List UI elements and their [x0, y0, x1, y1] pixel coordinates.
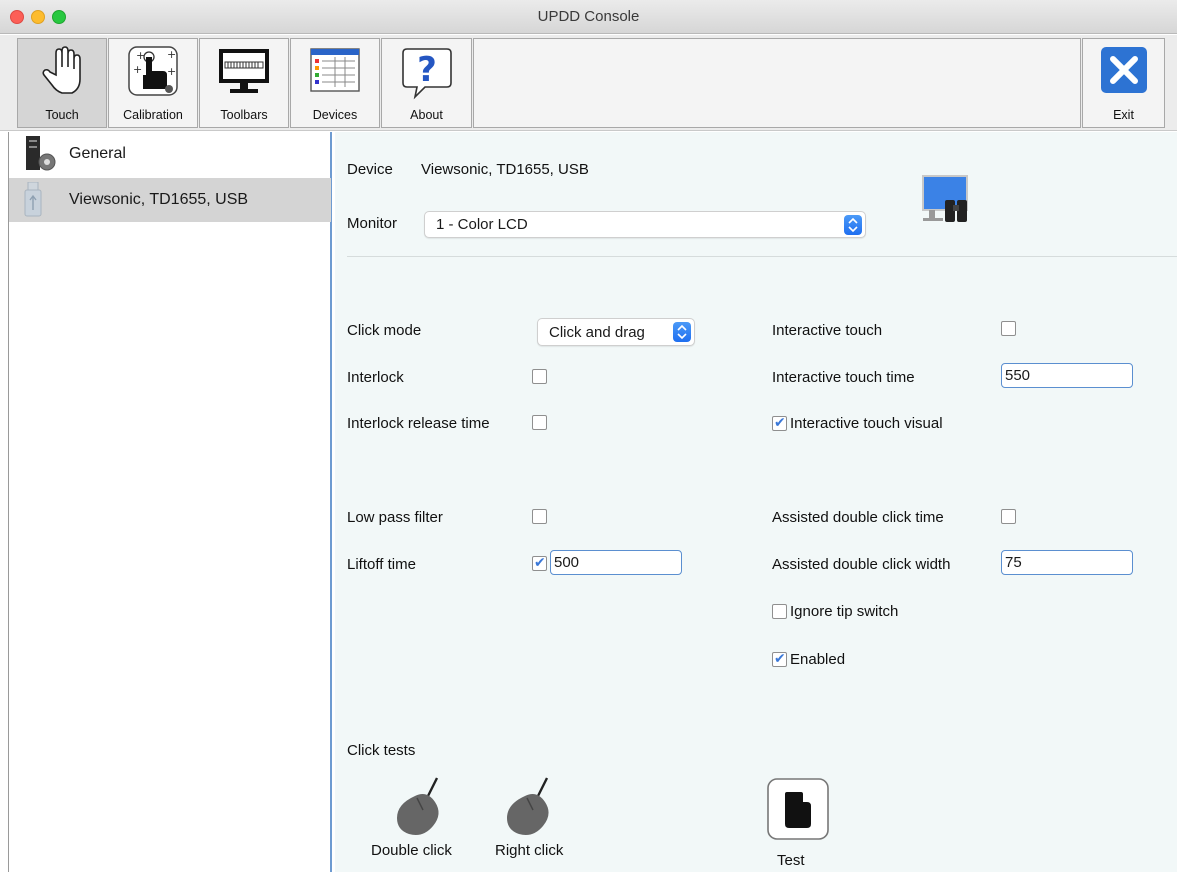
- interlock-release-time-checkbox[interactable]: [532, 415, 547, 430]
- interlock-label: Interlock: [347, 369, 404, 386]
- exit-button[interactable]: Exit: [1082, 38, 1165, 128]
- liftoff-time-input[interactable]: 500: [550, 550, 682, 575]
- window-title: UPDD Console: [537, 8, 640, 25]
- mouse-icon: [503, 776, 555, 845]
- general-settings-icon: [23, 136, 57, 177]
- calibration-tab-button[interactable]: + + + + Calibration: [108, 38, 198, 128]
- exit-x-icon: [1099, 45, 1149, 100]
- touch-tab-label: Touch: [45, 108, 79, 122]
- toolbars-tab-button[interactable]: Toolbars: [199, 38, 289, 128]
- interactive-touch-visual-label: Interactive touch visual: [790, 415, 943, 432]
- right-click-label: Right click: [495, 842, 564, 859]
- exit-label: Exit: [1113, 108, 1134, 122]
- device-list-icon: [307, 45, 363, 102]
- device-sidebar: General Viewsonic, TD1655, USB: [8, 132, 332, 872]
- liftoff-time-label: Liftoff time: [347, 556, 416, 573]
- hand-touch-icon: [36, 45, 88, 102]
- assisted-double-click-time-label: Assisted double click time: [772, 509, 944, 526]
- about-tab-label: About: [410, 108, 443, 122]
- assisted-double-click-time-checkbox[interactable]: [1001, 509, 1016, 524]
- identify-monitor-icon[interactable]: [919, 172, 979, 233]
- select-arrows-icon: [673, 322, 691, 342]
- device-label: Device: [347, 161, 393, 178]
- assisted-double-click-width-value: 75: [1005, 554, 1022, 571]
- interactive-touch-checkbox[interactable]: [1001, 321, 1016, 336]
- click-tests-heading: Click tests: [347, 742, 416, 759]
- right-click-test-button[interactable]: Right click: [493, 772, 583, 862]
- low-pass-filter-label: Low pass filter: [347, 509, 443, 526]
- monitor-select[interactable]: 1 - Color LCD: [424, 211, 866, 238]
- about-tab-button[interactable]: ? About: [381, 38, 472, 128]
- liftoff-time-value: 500: [554, 554, 580, 571]
- settings-panel: Device Viewsonic, TD1655, USB Monitor 1 …: [335, 132, 1177, 872]
- enabled-checkbox[interactable]: [772, 650, 787, 667]
- liftoff-time-checkbox[interactable]: [532, 554, 547, 571]
- test-button[interactable]: Test: [767, 778, 829, 872]
- touch-test-icon: [767, 778, 829, 845]
- assisted-double-click-width-label: Assisted double click width: [772, 556, 951, 573]
- svg-text:?: ?: [417, 50, 437, 90]
- calibration-tab-label: Calibration: [123, 108, 183, 122]
- interactive-touch-label: Interactive touch: [772, 322, 883, 339]
- devices-tab-button[interactable]: Devices: [290, 38, 380, 128]
- monitor-toolbar-icon: [216, 45, 272, 102]
- interactive-touch-time-label: Interactive touch time: [772, 369, 915, 386]
- interlock-checkbox[interactable]: [532, 369, 547, 384]
- ignore-tip-switch-checkbox[interactable]: [772, 604, 787, 619]
- sidebar-item-viewsonic[interactable]: Viewsonic, TD1655, USB: [9, 178, 331, 222]
- select-arrows-icon: [844, 215, 862, 235]
- toolbar-spacer: [473, 38, 1081, 128]
- enabled-label: Enabled: [790, 651, 846, 668]
- interactive-touch-time-value: 550: [1005, 367, 1031, 384]
- double-click-test-button[interactable]: Double click: [371, 772, 469, 862]
- svg-text:+: +: [133, 63, 142, 76]
- section-divider: [347, 256, 1177, 257]
- title-bar: UPDD Console: [0, 0, 1177, 34]
- double-click-label: Double click: [371, 842, 452, 859]
- test-label: Test: [777, 852, 805, 869]
- devices-tab-label: Devices: [312, 108, 358, 122]
- click-mode-value: Click and drag: [549, 324, 645, 341]
- help-question-icon: ?: [399, 45, 455, 106]
- toolbar: Touch + + + + Calibration Toolbars Devic…: [0, 35, 1177, 131]
- svg-text:+: +: [167, 65, 176, 78]
- svg-text:+: +: [167, 48, 176, 61]
- sidebar-item-label: Viewsonic, TD1655, USB: [69, 191, 249, 208]
- toolbars-tab-label: Toolbars: [220, 108, 268, 122]
- device-name: Viewsonic, TD1655, USB: [421, 161, 589, 178]
- assisted-double-click-width-input[interactable]: 75: [1001, 550, 1133, 575]
- usb-drive-icon: [23, 181, 43, 223]
- calibration-icon: + + + +: [127, 45, 179, 102]
- click-mode-label: Click mode: [347, 322, 422, 339]
- sidebar-item-label: General: [69, 145, 126, 162]
- interactive-touch-visual-checkbox[interactable]: [772, 414, 787, 431]
- click-mode-select[interactable]: Click and drag: [537, 318, 695, 346]
- monitor-label: Monitor: [347, 215, 398, 232]
- interlock-release-time-label: Interlock release time: [347, 415, 490, 432]
- ignore-tip-switch-label: Ignore tip switch: [790, 603, 899, 620]
- mouse-icon: [393, 776, 445, 845]
- low-pass-filter-checkbox[interactable]: [532, 509, 547, 524]
- interactive-touch-time-input[interactable]: 550: [1001, 363, 1133, 388]
- sidebar-item-general[interactable]: General: [9, 132, 331, 176]
- monitor-select-value: 1 - Color LCD: [436, 216, 528, 233]
- touch-tab-button[interactable]: Touch: [17, 38, 107, 128]
